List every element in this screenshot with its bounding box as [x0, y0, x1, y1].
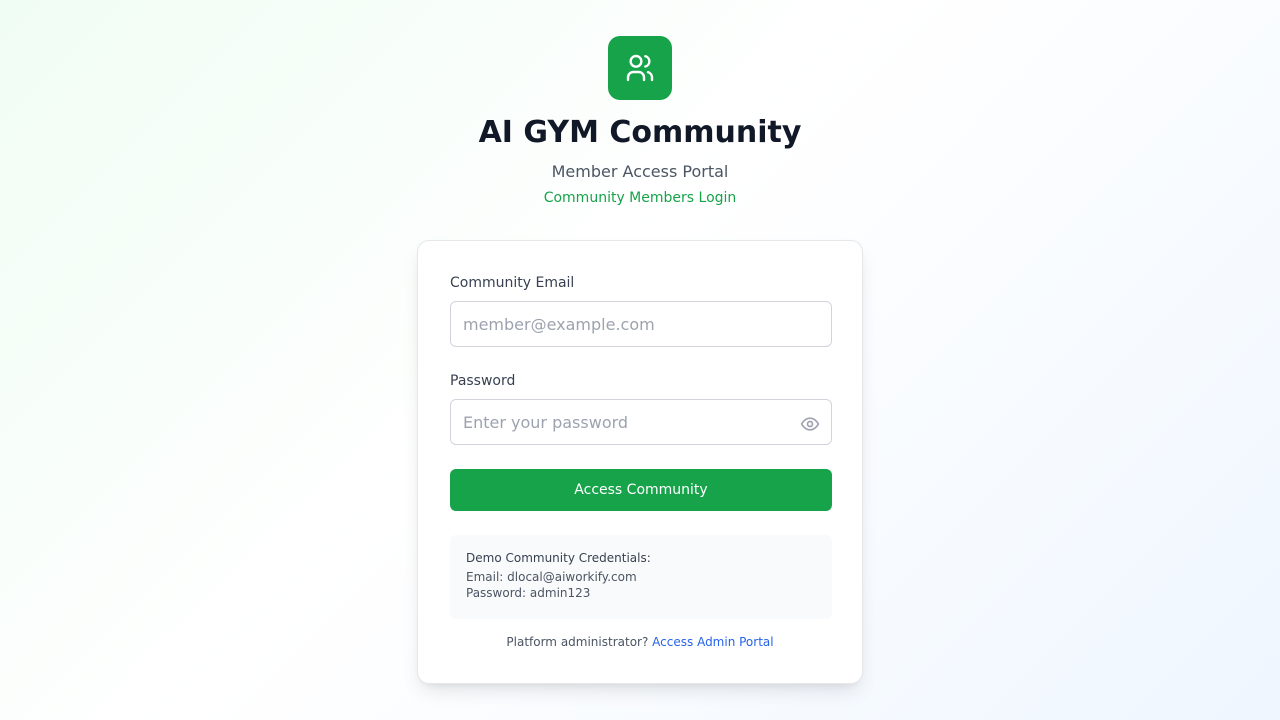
demo-credentials-title: Demo Community Credentials: [466, 551, 651, 565]
admin-portal-link[interactable]: Access Admin Portal [652, 635, 773, 649]
users-icon [626, 54, 654, 82]
password-field[interactable] [450, 399, 832, 445]
email-label: Community Email [450, 275, 575, 291]
access-community-button[interactable]: Access Community [450, 469, 832, 511]
app-logo [608, 36, 672, 100]
demo-credentials-box: Demo Community Credentials: Email: dloca… [450, 535, 832, 619]
page-tagline: Community Members Login [543, 190, 737, 206]
admin-footer: Platform administrator? Access Admin Por… [418, 633, 862, 651]
admin-prompt: Platform administrator? [506, 635, 649, 649]
login-card: Community Email Password Access Communit… [417, 240, 863, 684]
email-field[interactable] [450, 301, 832, 347]
page-subtitle: Member Access Portal [551, 162, 729, 181]
page-title: AI GYM Community [478, 115, 802, 150]
demo-password: Password: admin123 [466, 586, 591, 600]
password-label: Password [450, 373, 516, 389]
eye-icon [800, 417, 820, 431]
show-password-toggle[interactable] [798, 412, 822, 436]
demo-email: Email: dlocal@aiworkify.com [466, 570, 637, 584]
